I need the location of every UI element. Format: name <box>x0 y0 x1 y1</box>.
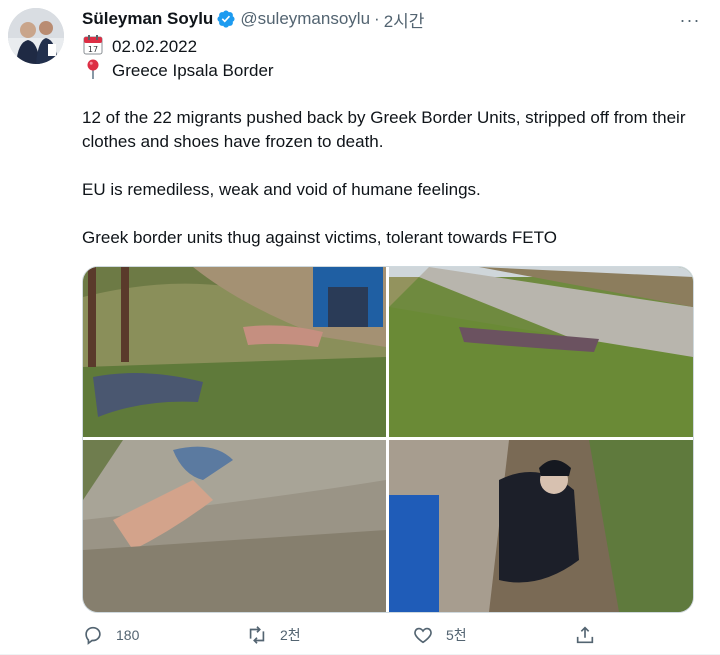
heart-icon <box>414 627 432 644</box>
media-photo-3[interactable] <box>83 440 386 612</box>
tweet-header: Süleyman Soylu @suleymansoylu · 2시간 <box>82 7 425 32</box>
retweet-count: 2천 <box>280 627 301 643</box>
separator-dot: · <box>374 9 380 28</box>
tweet-text-paragraph-3: Greek border units thug against victims,… <box>82 228 557 247</box>
share-icon <box>576 626 594 644</box>
tweet-timestamp[interactable]: 2시간 <box>384 7 425 32</box>
date-line: 17 02.02.2022 <box>82 34 197 59</box>
like-count: 5천 <box>446 627 467 643</box>
tweet-actions: 180 2천 5천 <box>82 624 682 650</box>
retweet-icon <box>249 626 265 644</box>
location-text: Greece Ipsala Border <box>112 61 274 80</box>
reply-icon <box>85 626 101 645</box>
tweet-card[interactable]: Süleyman Soylu @suleymansoylu · 2시간 ··· … <box>0 0 720 655</box>
round-pushpin-emoji-icon <box>87 59 99 79</box>
reply-count: 180 <box>116 627 140 643</box>
media-photo-2[interactable] <box>389 267 693 437</box>
calendar-emoji-icon: 17 <box>83 35 103 55</box>
tweet-text-paragraph-2: EU is remediless, weak and void of human… <box>82 180 481 199</box>
retweet-button[interactable]: 2천 <box>246 624 301 646</box>
more-options-button[interactable]: ··· <box>676 8 704 32</box>
author-handle[interactable]: @suleymansoylu <box>240 9 370 29</box>
location-line: Greece Ipsala Border <box>82 58 274 83</box>
media-grid <box>82 266 694 613</box>
date-text: 02.02.2022 <box>112 37 198 56</box>
like-button[interactable]: 5천 <box>412 624 467 646</box>
media-photo-4[interactable] <box>389 440 693 612</box>
verified-badge-icon <box>217 10 235 28</box>
media-photo-1[interactable] <box>83 267 386 437</box>
tweet-text-paragraph-1: 12 of the 22 migrants pushed back by Gre… <box>82 108 686 151</box>
share-button[interactable] <box>574 624 608 646</box>
svg-text:17: 17 <box>88 45 98 54</box>
author-name[interactable]: Süleyman Soylu <box>82 9 213 29</box>
more-icon: ··· <box>679 9 701 30</box>
avatar[interactable] <box>8 8 64 64</box>
reply-button[interactable]: 180 <box>82 624 139 646</box>
